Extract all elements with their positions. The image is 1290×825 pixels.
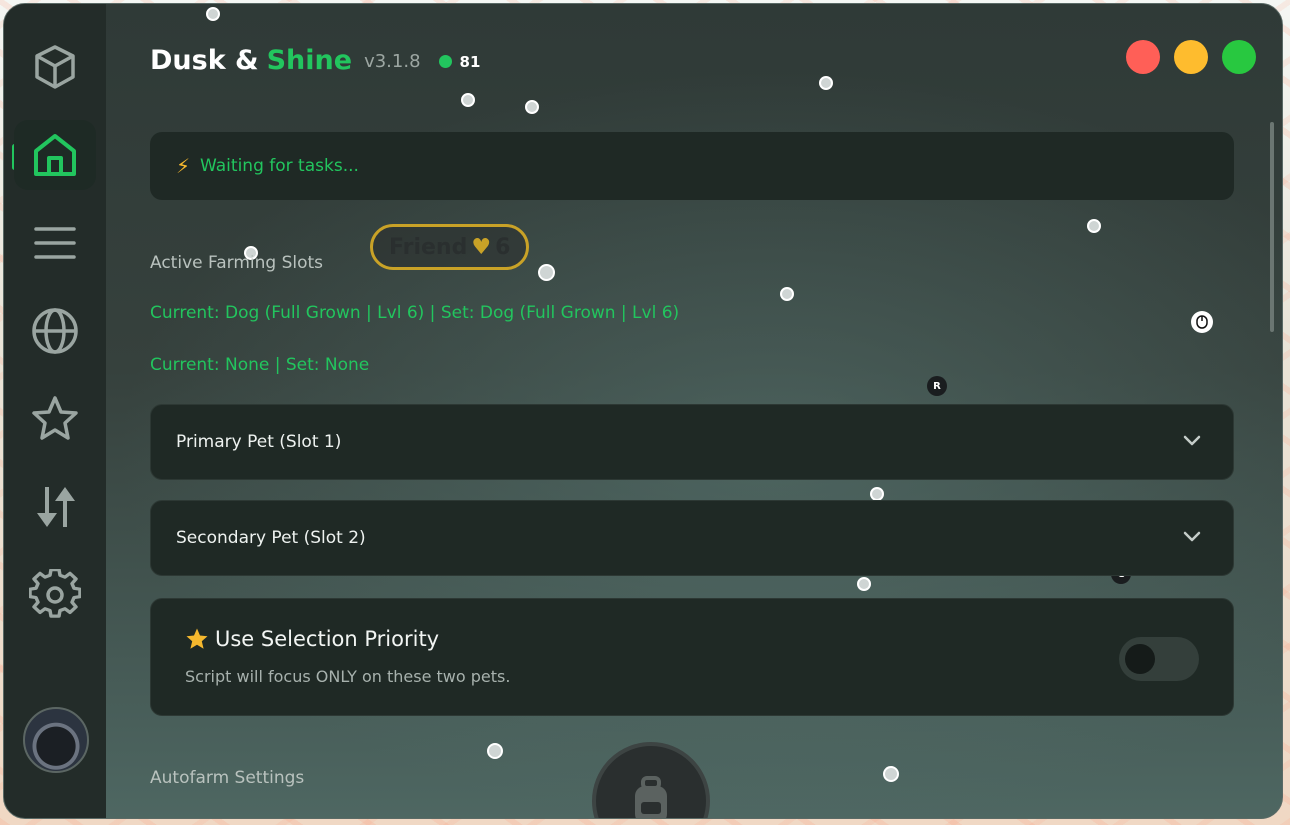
star-icon: [186, 628, 208, 649]
snow-particle: [870, 487, 884, 501]
sidebar-item-packages[interactable]: [14, 32, 96, 102]
priority-subtitle: Script will focus ONLY on these two pets…: [185, 667, 511, 686]
key-badge-r: R: [927, 376, 947, 396]
priority-title-row: Use Selection Priority: [185, 627, 439, 651]
secondary-pet-dropdown[interactable]: Secondary Pet (Slot 2): [150, 500, 1234, 576]
online-indicator-icon: [438, 54, 452, 68]
snow-particle: [538, 264, 555, 281]
snow-particle: [206, 7, 220, 21]
snow-particle: [857, 577, 871, 591]
selection-priority-card: Use Selection Priority Script will focus…: [150, 598, 1234, 716]
status-bar: ⚡ Waiting for tasks...: [150, 132, 1234, 200]
snow-particle: [780, 287, 794, 301]
sidebar-item-settings[interactable]: [14, 560, 96, 630]
minimize-button[interactable]: [1174, 40, 1208, 74]
priority-title: Use Selection Priority: [215, 627, 440, 651]
globe-icon: [32, 308, 78, 354]
active-slots-heading: Active Farming Slots: [150, 253, 324, 273]
heart-icon: ♥: [471, 234, 492, 260]
avatar[interactable]: [23, 707, 89, 773]
close-button[interactable]: [1126, 40, 1160, 74]
online-count: 81: [459, 52, 481, 71]
lightning-icon: ⚡: [176, 154, 191, 178]
snow-particle: [819, 76, 833, 90]
sidebar-item-home[interactable]: [14, 120, 96, 190]
secondary-pet-label: Secondary Pet (Slot 2): [176, 528, 366, 548]
priority-toggle[interactable]: [1119, 637, 1199, 681]
sidebar-item-trade[interactable]: [14, 472, 96, 542]
menu-icon: [34, 227, 76, 259]
primary-pet-dropdown[interactable]: Primary Pet (Slot 1): [150, 404, 1234, 480]
home-icon: [34, 134, 76, 176]
toggle-knob: [1125, 644, 1155, 674]
snow-particle: [461, 93, 475, 107]
cube-icon: [35, 45, 75, 89]
snow-particle: [1087, 219, 1101, 233]
snow-particle: [487, 743, 503, 759]
gear-icon: [29, 569, 81, 618]
slot-2-status: Current: None | Set: None: [150, 355, 370, 375]
status-text: Waiting for tasks...: [200, 156, 359, 176]
sidebar-item-favorites[interactable]: [14, 384, 96, 454]
mouse-icon: [1191, 311, 1213, 333]
primary-pet-label: Primary Pet (Slot 1): [176, 432, 342, 452]
maximize-button[interactable]: [1222, 40, 1256, 74]
sidebar-item-world[interactable]: [14, 296, 96, 366]
chevron-down-icon: [1181, 525, 1203, 551]
snow-particle: [525, 100, 539, 114]
star-icon: [32, 396, 78, 440]
friend-tag-count: 6: [495, 234, 511, 260]
transfer-icon: [37, 487, 75, 527]
sidebar: [4, 4, 106, 818]
app-header: Dusk & Shine v3.1.8 81: [150, 40, 480, 80]
backpack-button[interactable]: [592, 742, 710, 818]
backpack-icon: [635, 776, 667, 818]
autofarm-settings-heading: Autofarm Settings: [150, 768, 305, 788]
version-label: v3.1.8: [364, 51, 421, 72]
script-window: Friend ♥ 6 R C: [3, 3, 1283, 819]
chevron-down-icon: [1181, 429, 1203, 455]
scrollbar-thumb[interactable]: [1270, 122, 1274, 332]
slot-1-status: Current: Dog (Full Grown | Lvl 6) | Set:…: [150, 303, 680, 323]
app-title-accent: Shine: [266, 44, 353, 76]
friend-tag: Friend ♥ 6: [370, 224, 530, 270]
friend-tag-label: Friend: [389, 234, 468, 260]
snow-particle: [883, 766, 899, 782]
sidebar-item-list[interactable]: [14, 208, 96, 278]
app-title: Dusk &: [150, 44, 259, 76]
